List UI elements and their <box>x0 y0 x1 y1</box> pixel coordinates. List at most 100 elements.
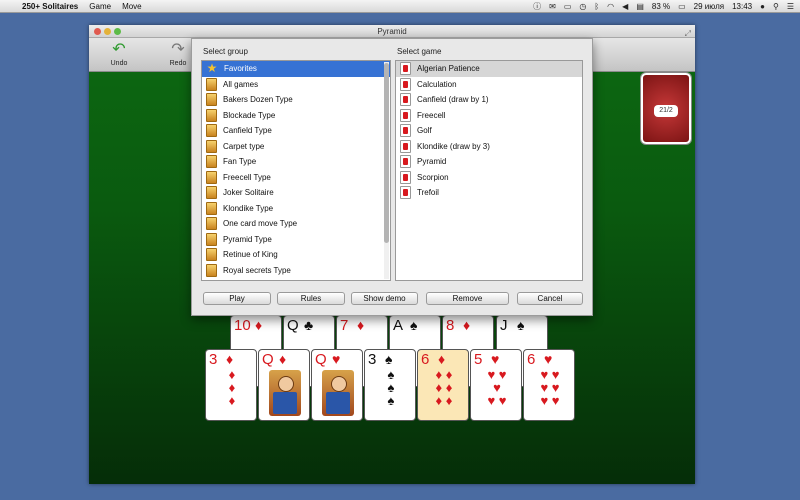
card-suit: ♦ <box>279 351 287 367</box>
group-list-scroll-thumb[interactable] <box>384 63 389 243</box>
search-icon[interactable]: ⚲ <box>773 2 779 11</box>
game-item-selected[interactable]: Algerian Patience <box>396 61 582 77</box>
card-icon <box>206 263 217 277</box>
game-icon <box>400 186 411 200</box>
card-icon <box>206 186 217 200</box>
card-suit: ♠ <box>410 317 418 333</box>
redo-icon: ↷ <box>171 41 185 58</box>
card-rank: 6 <box>421 351 430 368</box>
info-icon[interactable]: ⓘ <box>533 1 541 12</box>
card-rank: 3 <box>368 351 377 368</box>
game-icon <box>400 170 411 184</box>
rules-button[interactable]: Rules <box>277 292 345 305</box>
card-rank: A <box>393 317 404 334</box>
group-item[interactable]: Canfield Type <box>202 123 390 139</box>
card-6-diamonds-selected[interactable]: 6 ♦ ♦ ♦ ♦ ♦ ♦ ♦ <box>417 349 469 421</box>
card-5-hearts[interactable]: 5 ♥ ♥ ♥ ♥ ♥ ♥ <box>470 349 522 421</box>
game-label: Freecell <box>417 110 446 120</box>
menu-game[interactable]: Game <box>89 2 111 11</box>
game-item[interactable]: Calculation <box>396 77 582 93</box>
time-machine-icon[interactable]: ◷ <box>579 2 586 11</box>
game-label: Calculation <box>417 79 457 89</box>
undo-icon: ↶ <box>112 41 126 58</box>
undo-button[interactable]: ↶ Undo <box>104 40 134 67</box>
game-icon <box>400 108 411 122</box>
game-item[interactable]: Scorpion <box>396 170 582 186</box>
card-6-hearts[interactable]: 6 ♥ ♥ ♥ ♥ ♥ ♥ ♥ <box>523 349 575 421</box>
show-demo-button[interactable]: Show demo <box>351 292 418 305</box>
cancel-button[interactable]: Cancel <box>517 292 583 305</box>
game-list[interactable]: Algerian Patience Calculation Canfield (… <box>395 60 583 281</box>
game-item[interactable]: Golf <box>396 123 582 139</box>
app-menu[interactable]: 250+ Solitaires <box>22 2 78 11</box>
battery-icon: ▭ <box>678 1 686 11</box>
notification-center-icon[interactable]: ☰ <box>787 2 794 11</box>
game-item[interactable]: Trefoil <box>396 185 582 201</box>
game-icon <box>400 93 411 107</box>
card-queen-diamonds[interactable]: Q ♦ <box>258 349 310 421</box>
group-label: Fan Type <box>223 157 257 167</box>
volume-icon[interactable]: ◀ <box>622 2 628 11</box>
zoom-window-button[interactable] <box>114 28 121 35</box>
card-suit: ♥ <box>491 351 500 367</box>
card-3-spades[interactable]: 3 ♠ ♠ ♠ ♠ <box>364 349 416 421</box>
group-item[interactable]: All games <box>202 77 390 93</box>
game-label: Canfield (draw by 1) <box>417 95 489 105</box>
minimize-window-button[interactable] <box>104 28 111 35</box>
card-pips: ♥ ♥ ♥ ♥ ♥ ♥ <box>540 367 560 408</box>
group-item-favorites[interactable]: ★ Favorites <box>202 61 390 77</box>
group-item[interactable]: Royal secrets Type <box>202 263 390 279</box>
card-icon <box>206 170 217 184</box>
flag-icon[interactable]: ▤ <box>636 2 644 11</box>
group-item[interactable]: Freecell Type <box>202 170 390 186</box>
group-item[interactable]: Fan Type <box>202 154 390 170</box>
close-window-button[interactable] <box>94 28 101 35</box>
play-button[interactable]: Play <box>203 292 271 305</box>
game-icon <box>400 155 411 169</box>
card-suit: ♦ <box>226 351 234 367</box>
game-label: Golf <box>417 126 432 136</box>
mail-icon[interactable]: ✉ <box>549 2 556 11</box>
group-item[interactable]: Retinue of King <box>202 247 390 263</box>
card-suit: ♦ <box>438 351 446 367</box>
game-label: Scorpion <box>417 172 449 182</box>
group-label: Blockade Type <box>223 110 276 120</box>
menu-move[interactable]: Move <box>122 2 142 11</box>
card-queen-hearts[interactable]: Q ♥ <box>311 349 363 421</box>
group-item[interactable]: Carpet type <box>202 139 390 155</box>
card-suit: ♦ <box>357 317 365 333</box>
wifi-icon[interactable]: ◠ <box>607 2 614 11</box>
user-icon[interactable]: ● <box>760 2 765 11</box>
card-rank: 10 <box>234 317 251 334</box>
select-game-label: Select game <box>397 47 442 56</box>
group-item[interactable]: Bakers Dozen Type <box>202 92 390 108</box>
card-suit: ♦ <box>255 317 263 333</box>
game-item[interactable]: Klondike (draw by 3) <box>396 139 582 155</box>
date[interactable]: 29 июля <box>694 2 724 11</box>
game-item[interactable]: Freecell <box>396 108 582 124</box>
game-item[interactable]: Canfield (draw by 1) <box>396 92 582 108</box>
game-label: Klondike (draw by 3) <box>417 141 490 151</box>
group-item[interactable]: Joker Solitaire <box>202 185 390 201</box>
clock[interactable]: 13:43 <box>732 2 752 11</box>
game-label: Algerian Patience <box>417 64 480 74</box>
airplay-icon[interactable]: ▭ <box>564 2 572 11</box>
group-item[interactable]: One card move Type <box>202 216 390 232</box>
redo-label: Redo <box>169 60 187 67</box>
group-item[interactable]: Blockade Type <box>202 108 390 124</box>
redo-button[interactable]: ↷ Redo <box>163 40 193 67</box>
stock-pile[interactable]: 21/2 <box>641 73 691 144</box>
game-item[interactable]: Pyramid <box>396 154 582 170</box>
window-title: Pyramid <box>377 27 407 36</box>
group-item[interactable]: Klondike Type <box>202 201 390 217</box>
window-titlebar[interactable]: Pyramid ⤢ <box>89 25 695 38</box>
select-group-label: Select group <box>203 47 248 56</box>
battery-percent[interactable]: 83 % <box>652 2 670 11</box>
card-3-diamonds[interactable]: 3 ♦ ♦ ♦ ♦ <box>205 349 257 421</box>
group-item[interactable]: Pyramid Type <box>202 232 390 248</box>
group-list[interactable]: ★ Favorites All games Bakers Dozen Type B… <box>201 60 391 281</box>
card-icon <box>206 232 217 246</box>
remove-button[interactable]: Remove <box>426 292 509 305</box>
bluetooth-icon[interactable]: ᛒ <box>594 2 599 11</box>
card-pips: ♦ ♦ ♦ ♦ ♦ ♦ <box>435 367 453 408</box>
